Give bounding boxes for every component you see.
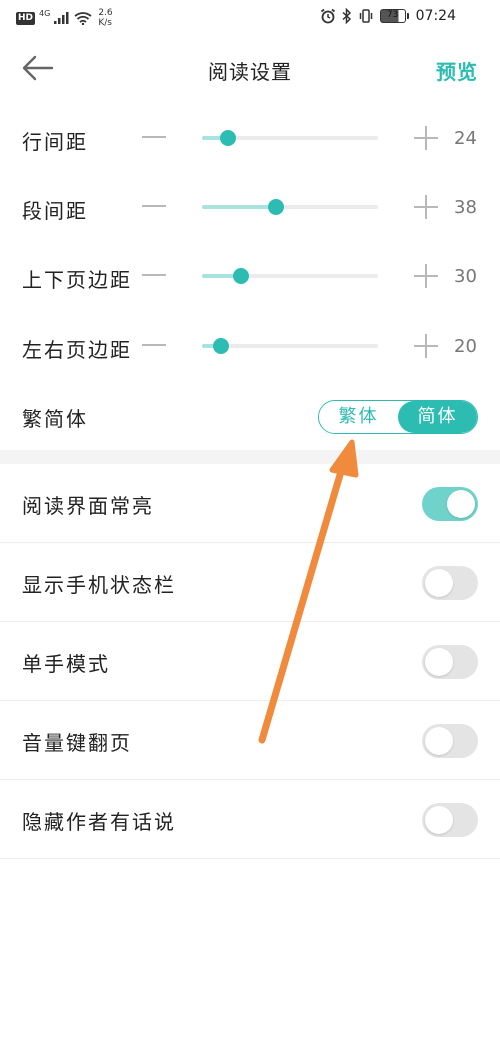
battery-level: 73 (386, 10, 399, 20)
slider-row-horizontal-margin: 左右页边距 20 (0, 312, 500, 382)
vertical-margin-slider[interactable] (202, 268, 378, 284)
slider-thumb[interactable] (213, 338, 230, 354)
status-time: 07:24 (415, 8, 456, 24)
switch-label: 阅读界面常亮 (22, 494, 154, 518)
slider-label: 段间距 (22, 199, 88, 223)
traditional-option[interactable]: 繁体 (319, 401, 398, 433)
increase-paragraph-spacing-button[interactable] (414, 195, 438, 219)
switch-label: 显示手机状态栏 (22, 573, 176, 597)
network-speed-unit: K/s (98, 18, 112, 28)
network-speed-value: 2.6 (98, 8, 113, 18)
switch-label: 单手模式 (22, 652, 110, 676)
slider-thumb[interactable] (220, 130, 237, 146)
slider-thumb[interactable] (267, 199, 284, 215)
hide-author-notes-toggle[interactable] (422, 803, 478, 837)
preview-button[interactable]: 预览 (436, 56, 478, 85)
switch-row-show-status-bar: 显示手机状态栏 (0, 543, 500, 622)
switch-row-volume-key-page: 音量键翻页 (0, 701, 500, 780)
switch-row-keep-screen-on: 阅读界面常亮 (0, 464, 500, 543)
slider-label: 行间距 (22, 130, 88, 154)
slider-value: 38 (454, 197, 477, 218)
slider-thumb[interactable] (232, 268, 249, 284)
switch-row-hide-author-notes: 隐藏作者有话说 (0, 780, 500, 859)
slider-row-paragraph-spacing: 段间距 38 (0, 173, 500, 243)
keep-screen-on-toggle[interactable] (422, 487, 478, 521)
toggle-knob (425, 806, 453, 834)
toggle-knob (447, 490, 475, 518)
increase-line-spacing-button[interactable] (414, 126, 438, 150)
script-row: 繁简体 繁体 简体 (0, 383, 500, 449)
slider-label: 上下页边距 (22, 268, 132, 292)
slider-row-line-spacing: 行间距 24 (0, 104, 500, 174)
section-divider (0, 450, 500, 464)
slider-label: 左右页边距 (22, 338, 132, 362)
decrease-line-spacing-button[interactable] (142, 136, 166, 138)
show-status-bar-toggle[interactable] (422, 566, 478, 600)
bluetooth-icon (342, 8, 351, 24)
slider-fill (202, 205, 276, 209)
slider-value: 24 (454, 128, 477, 149)
network-type: 4G (39, 8, 51, 18)
switch-label: 隐藏作者有话说 (22, 810, 176, 834)
decrease-horizontal-margin-button[interactable] (142, 344, 166, 346)
status-left: HD 4G 2.6 K/s (16, 8, 113, 28)
signal-icon (54, 12, 69, 24)
battery-icon: 73 (379, 9, 409, 23)
hd-badge: HD (16, 11, 36, 25)
switch-row-one-hand-mode: 单手模式 (0, 622, 500, 701)
volume-key-page-toggle[interactable] (422, 724, 478, 758)
slider-row-vertical-margin: 上下页边距 30 (0, 242, 500, 312)
vibrate-icon (359, 9, 372, 23)
slider-value: 20 (454, 336, 477, 357)
paragraph-spacing-slider[interactable] (202, 199, 378, 215)
increase-vertical-margin-button[interactable] (414, 264, 438, 288)
script-label: 繁简体 (22, 407, 88, 431)
toggle-knob (425, 648, 453, 676)
slider-value: 30 (454, 266, 477, 287)
horizontal-margin-slider[interactable] (202, 338, 378, 354)
header: 阅读设置 预览 (0, 34, 500, 104)
switch-label: 音量键翻页 (22, 731, 132, 755)
network-speed: 2.6 K/s (98, 8, 112, 28)
alarm-icon (320, 8, 335, 24)
line-spacing-slider[interactable] (202, 130, 378, 146)
wifi-icon (74, 11, 92, 25)
toggle-knob (425, 727, 453, 755)
increase-horizontal-margin-button[interactable] (414, 334, 438, 358)
script-segmented-control: 繁体 简体 (318, 400, 478, 434)
decrease-vertical-margin-button[interactable] (142, 274, 166, 276)
toggle-knob (425, 569, 453, 597)
one-hand-mode-toggle[interactable] (422, 645, 478, 679)
status-bar: HD 4G 2.6 K/s 73 07:24 (0, 0, 500, 34)
simplified-option[interactable]: 简体 (398, 401, 477, 433)
status-right: 73 07:24 (320, 8, 456, 24)
decrease-paragraph-spacing-button[interactable] (142, 205, 166, 207)
switch-list: 阅读界面常亮 显示手机状态栏 单手模式 音量键翻页 隐藏作者有话说 (0, 464, 500, 859)
page-title: 阅读设置 (208, 60, 292, 84)
